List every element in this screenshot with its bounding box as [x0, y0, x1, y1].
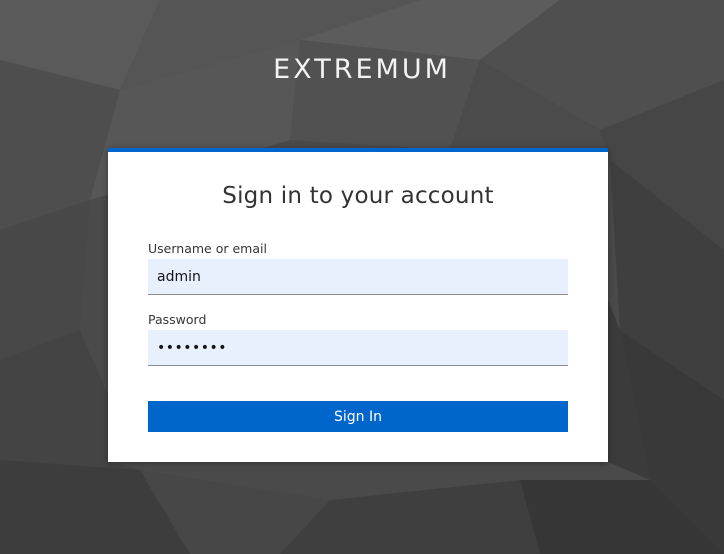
username-label: Username or email	[148, 241, 267, 256]
password-input[interactable]	[148, 330, 568, 366]
login-card: Sign in to your account Username or emai…	[108, 148, 608, 462]
sign-in-button[interactable]: Sign In	[148, 401, 568, 432]
username-input[interactable]	[148, 259, 568, 295]
login-page: EXTREMUM Sign in to your account Usernam…	[0, 0, 724, 554]
brand-title: EXTREMUM	[273, 54, 451, 85]
login-heading: Sign in to your account	[222, 183, 494, 209]
password-label: Password	[148, 312, 207, 327]
